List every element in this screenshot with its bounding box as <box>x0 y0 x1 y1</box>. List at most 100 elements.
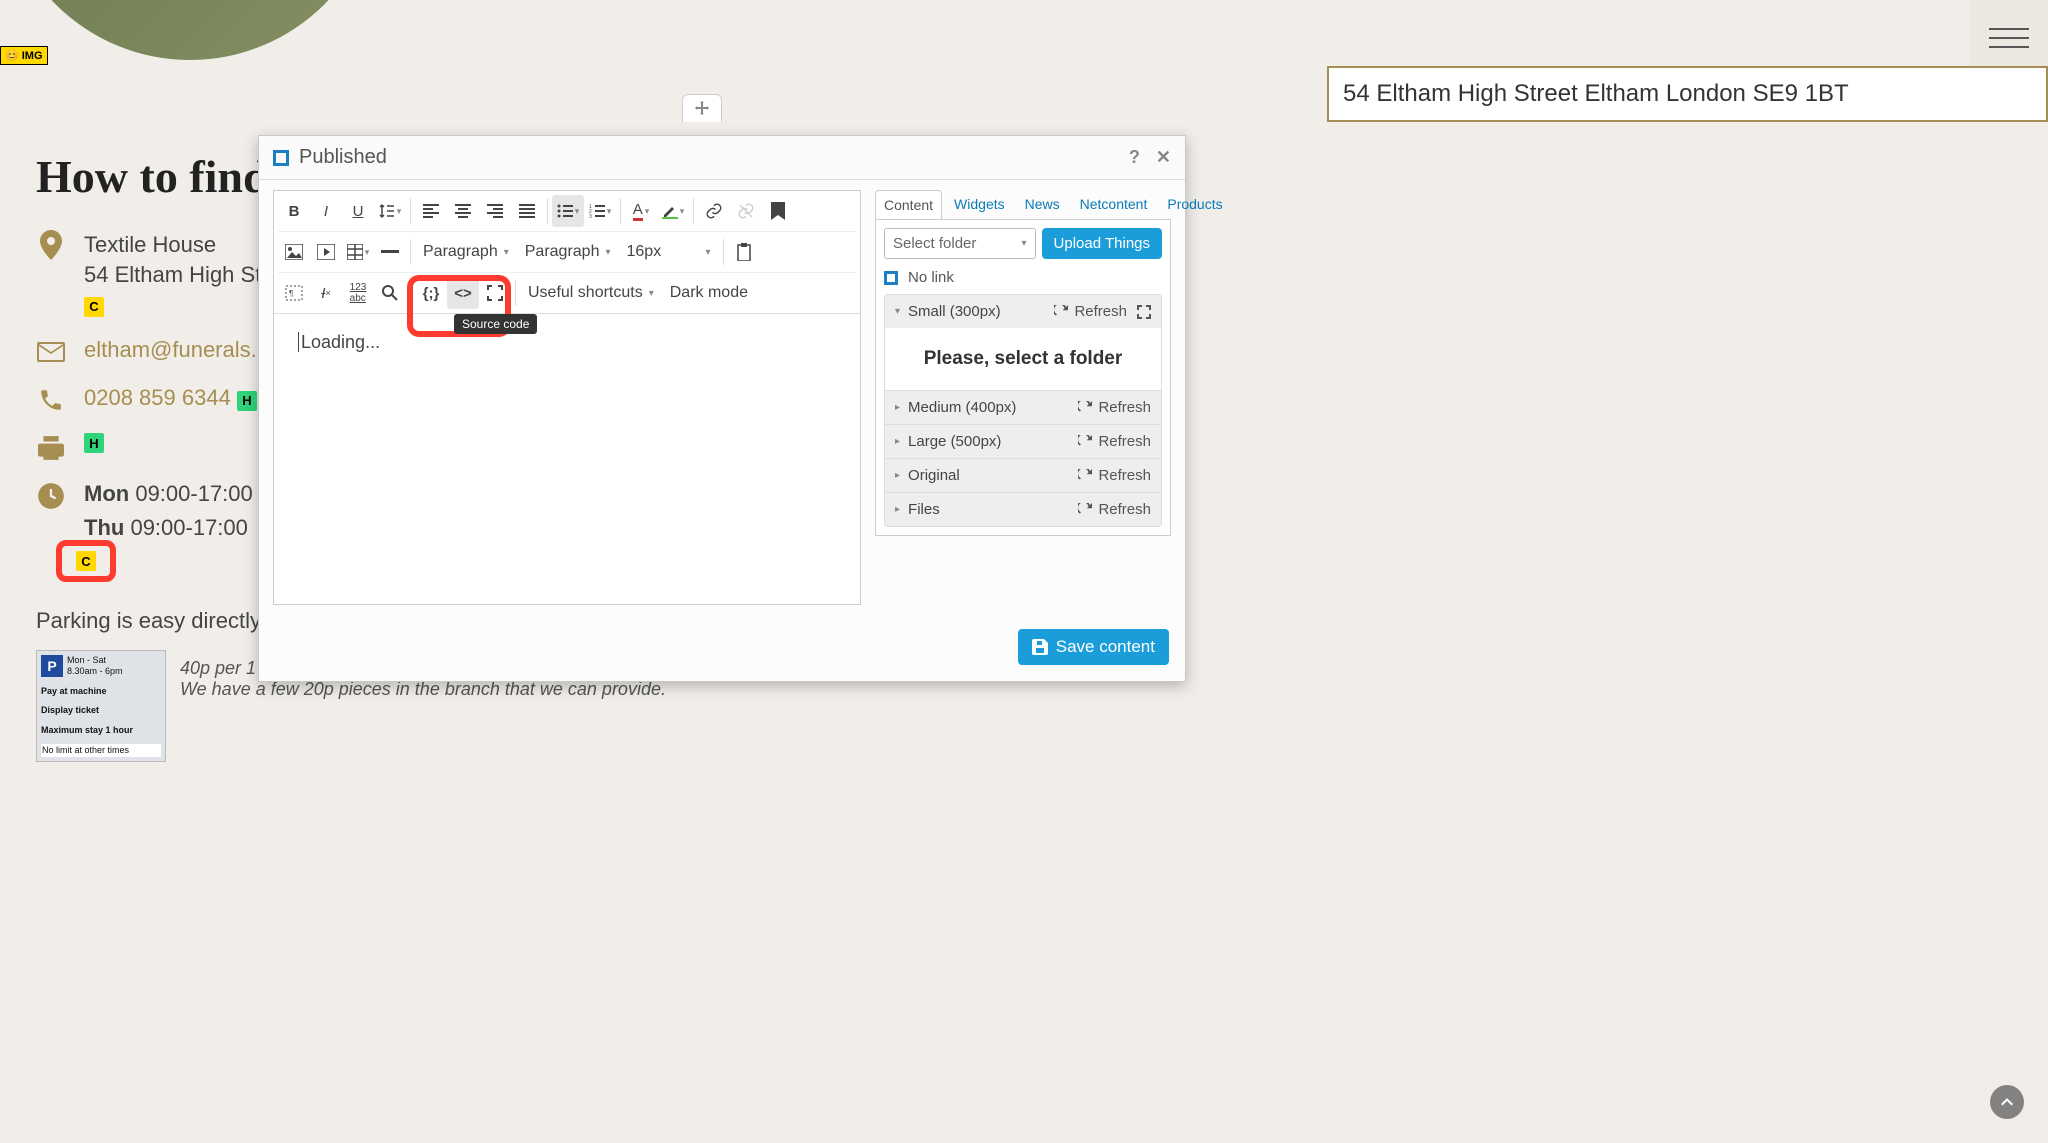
unlink-button[interactable] <box>730 195 762 227</box>
close-icon[interactable]: ✕ <box>1156 147 1171 168</box>
refresh-button[interactable]: Refresh <box>1078 501 1151 518</box>
tab-widgets[interactable]: Widgets <box>946 190 1013 220</box>
paste-button[interactable] <box>728 236 760 268</box>
video-button[interactable] <box>310 236 342 268</box>
refresh-icon <box>1054 305 1068 319</box>
svg-text:¶: ¶ <box>289 289 293 298</box>
bookmark-button[interactable] <box>762 195 794 227</box>
chevron-right-icon: ▸ <box>895 504 900 515</box>
size-label: Large (500px) <box>908 433 1001 450</box>
folder-select[interactable]: Select folder ▾ <box>884 228 1036 259</box>
parking-note-b: We have a few 20p pieces in the branch t… <box>180 679 666 700</box>
font-size-select[interactable]: 16px▾ <box>619 236 719 268</box>
size-accordion: ▾Small (300px) Refresh Please, select a … <box>884 294 1162 527</box>
size-label: Files <box>908 501 940 518</box>
c-badge: C <box>76 551 96 571</box>
numbered-list-button[interactable]: 123▾ <box>584 195 616 227</box>
accordion-medium-header[interactable]: ▸Medium (400px) Refresh <box>885 391 1161 424</box>
chevron-right-icon: ▸ <box>895 470 900 481</box>
map-drag-handle[interactable] <box>682 94 722 122</box>
email-link[interactable]: eltham@funerals.l <box>84 337 262 363</box>
table-button[interactable]: ▾ <box>342 236 374 268</box>
upload-button[interactable]: Upload Things <box>1042 228 1162 259</box>
link-button[interactable] <box>698 195 730 227</box>
scroll-top-button[interactable] <box>1990 1085 2024 1119</box>
mon-label: Mon <box>84 481 129 506</box>
source-code-tooltip: Source code <box>454 314 537 334</box>
rich-text-editor: B I U ▾ ▾ 123▾ A▾ ▾ <box>273 190 861 605</box>
size-label: Original <box>908 467 960 484</box>
refresh-icon <box>1078 469 1092 483</box>
envelope-icon <box>36 337 66 367</box>
sign-line: No limit at other times <box>41 744 161 757</box>
clear-format-button[interactable]: I× <box>310 277 342 309</box>
svg-text:3: 3 <box>589 214 592 218</box>
expand-icon[interactable] <box>1137 305 1151 319</box>
no-link-toggle[interactable]: No link <box>884 269 1162 286</box>
sign-line: Pay at machine <box>41 686 161 697</box>
show-blocks-button[interactable]: ¶ <box>278 277 310 309</box>
shortcuts-menu[interactable]: Useful shortcuts▾ <box>520 277 662 309</box>
hamburger-icon <box>1989 28 2029 48</box>
refresh-icon <box>1078 503 1092 517</box>
source-code-button[interactable]: <> <box>447 277 479 309</box>
italic-button[interactable]: I <box>310 195 342 227</box>
dark-mode-toggle[interactable]: Dark mode <box>662 277 756 309</box>
side-tabs: Content Widgets News Netcontent Products <box>875 190 1171 220</box>
align-center-button[interactable] <box>447 195 479 227</box>
fullscreen-button[interactable] <box>479 277 511 309</box>
address-name: Textile House <box>84 230 269 260</box>
refresh-button[interactable]: Refresh <box>1054 303 1127 320</box>
save-button[interactable]: Save content <box>1018 629 1169 665</box>
refresh-button[interactable]: Refresh <box>1078 399 1151 416</box>
published-status[interactable]: Published <box>273 146 387 169</box>
text-color-button[interactable]: A▾ <box>625 195 657 227</box>
hr-button[interactable] <box>374 236 406 268</box>
find-button[interactable] <box>374 277 406 309</box>
block-format-select-1[interactable]: Paragraph▾ <box>415 236 517 268</box>
align-right-button[interactable] <box>479 195 511 227</box>
contact-block: Textile House 54 Eltham High Str C eltha… <box>36 230 286 559</box>
phone-number[interactable]: 0208 859 6344 <box>84 385 231 410</box>
toolbar: B I U ▾ ▾ 123▾ A▾ ▾ <box>274 191 860 314</box>
highlight-button[interactable]: ▾ <box>657 195 689 227</box>
save-label: Save content <box>1056 637 1155 657</box>
address-row: Textile House 54 Eltham High Str C <box>36 230 286 319</box>
no-link-label: No link <box>908 269 954 286</box>
underline-button[interactable]: U <box>342 195 374 227</box>
sign-line: 8.30am - 6pm <box>67 666 123 677</box>
mon-hours: 09:00-17:00 <box>135 481 252 506</box>
hamburger-menu[interactable] <box>1970 0 2048 75</box>
tab-content[interactable]: Content <box>875 190 942 220</box>
help-icon[interactable]: ? <box>1129 147 1140 168</box>
bold-button[interactable]: B <box>278 195 310 227</box>
refresh-button[interactable]: Refresh <box>1078 433 1151 450</box>
accordion-small-header[interactable]: ▾Small (300px) Refresh <box>885 295 1161 328</box>
refresh-button[interactable]: Refresh <box>1078 467 1151 484</box>
chevron-up-icon <box>2000 1095 2014 1109</box>
tab-netcontent[interactable]: Netcontent <box>1072 190 1156 220</box>
chevron-down-icon: ▾ <box>895 306 900 317</box>
bullet-list-button[interactable]: ▾ <box>552 195 584 227</box>
save-icon <box>1032 639 1048 655</box>
editor-content-area[interactable]: Loading... <box>274 314 860 604</box>
align-left-button[interactable] <box>415 195 447 227</box>
accordion-large-header[interactable]: ▸Large (500px) Refresh <box>885 425 1161 458</box>
h-badge: H <box>237 391 257 411</box>
pin-icon <box>36 230 66 260</box>
size-label: Medium (400px) <box>908 399 1016 416</box>
line-height-button[interactable]: ▾ <box>374 195 406 227</box>
thu-label: Thu <box>84 515 124 540</box>
image-button[interactable] <box>278 236 310 268</box>
template-button[interactable]: {;} <box>415 277 447 309</box>
tab-news[interactable]: News <box>1017 190 1068 220</box>
address-line: 54 Eltham High Str <box>84 262 269 287</box>
checkbox-icon <box>884 271 898 285</box>
block-format-select-2[interactable]: Paragraph▾ <box>517 236 619 268</box>
accordion-files-header[interactable]: ▸ Files Refresh <box>885 493 1161 526</box>
align-justify-button[interactable] <box>511 195 543 227</box>
tab-products[interactable]: Products <box>1159 190 1230 220</box>
accordion-original-header[interactable]: ▸ Original Refresh <box>885 459 1161 492</box>
word-count-button[interactable]: 123abc <box>342 277 374 309</box>
published-label: Published <box>299 146 387 169</box>
